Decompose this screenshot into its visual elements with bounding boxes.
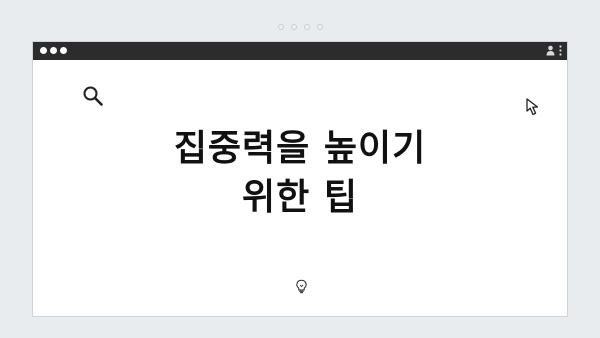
lightbulb-icon: [295, 279, 308, 298]
title-line-1: 집중력을 높이기: [173, 128, 427, 169]
window-controls: [40, 47, 67, 54]
titlebar-actions: [546, 45, 562, 56]
window-content: 집중력을 높이기 위한 팁: [33, 60, 567, 316]
window-titlebar: [33, 42, 567, 60]
browser-window: 집중력을 높이기 위한 팁: [32, 41, 568, 317]
kebab-icon[interactable]: [559, 45, 562, 56]
window-dot-icon[interactable]: [40, 47, 47, 54]
window-dot-icon[interactable]: [60, 47, 67, 54]
page-dot[interactable]: [277, 24, 284, 30]
page-dot[interactable]: [316, 24, 323, 30]
page-dot[interactable]: [290, 24, 297, 30]
search-icon[interactable]: [82, 85, 104, 111]
window-dot-icon[interactable]: [50, 47, 57, 54]
title-line-2: 위한 팁: [242, 177, 358, 218]
page-indicator: [0, 24, 600, 30]
user-icon[interactable]: [546, 45, 555, 56]
page-title: 집중력을 높이기 위한 팁: [33, 124, 567, 222]
page-dot[interactable]: [303, 24, 310, 30]
cursor-icon: [525, 97, 545, 121]
